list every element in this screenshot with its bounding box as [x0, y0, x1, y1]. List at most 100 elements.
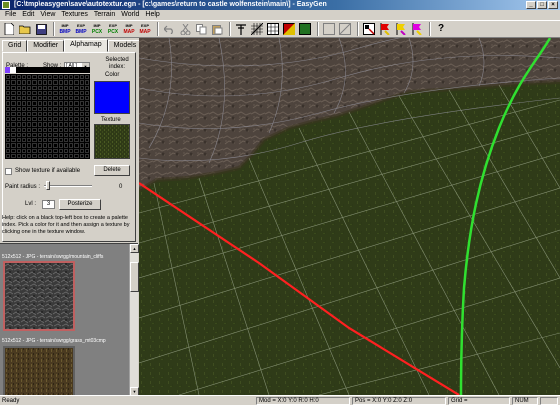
palette-cell[interactable]	[79, 90, 84, 95]
palette-cell[interactable]	[21, 96, 26, 101]
palette-cell[interactable]	[63, 127, 68, 132]
palette-cell[interactable]	[37, 148, 42, 153]
palette-cell[interactable]	[11, 143, 16, 148]
palette-cell[interactable]	[79, 101, 84, 106]
palette-cell[interactable]	[79, 143, 84, 148]
palette-cell[interactable]	[58, 132, 63, 137]
palette-cell[interactable]	[11, 127, 16, 132]
palette-cell[interactable]	[69, 122, 74, 127]
palette-cell[interactable]	[21, 127, 26, 132]
lvl-input[interactable]: 3	[42, 200, 55, 209]
palette-cell[interactable]	[21, 138, 26, 143]
palette-cell[interactable]	[84, 127, 89, 132]
palette-cell[interactable]	[84, 122, 89, 127]
palette-cell[interactable]	[11, 122, 16, 127]
palette-cell[interactable]	[6, 101, 11, 106]
palette-cell[interactable]	[48, 127, 53, 132]
palette-cell[interactable]	[37, 117, 42, 122]
selected-texture-preview[interactable]	[94, 124, 130, 159]
close-button[interactable]: ×	[548, 1, 558, 9]
palette-cell[interactable]	[37, 153, 42, 158]
palette-cell[interactable]	[27, 122, 32, 127]
palette-cell[interactable]	[79, 85, 84, 90]
palette-cell[interactable]	[21, 80, 26, 85]
palette-cell[interactable]	[53, 85, 58, 90]
palette-cell[interactable]	[84, 106, 89, 111]
palette-cell[interactable]	[27, 127, 32, 132]
menu-terrain[interactable]: Terrain	[91, 10, 118, 20]
palette-cell[interactable]	[6, 85, 11, 90]
palette-cell[interactable]	[37, 75, 42, 80]
palette-cell[interactable]	[63, 111, 68, 116]
export-pcx-button[interactable]: EXP PCX	[106, 22, 120, 36]
palette-cell[interactable]	[74, 111, 79, 116]
menu-file[interactable]: File	[2, 10, 19, 20]
delete-button[interactable]: Delete	[94, 165, 130, 176]
texture-thumbnail-grass[interactable]	[3, 346, 75, 396]
palette-cell[interactable]	[27, 90, 32, 95]
export-bmp-button[interactable]: EXP BMP	[74, 22, 88, 36]
palette-cell[interactable]	[11, 96, 16, 101]
palette-cell[interactable]	[16, 90, 21, 95]
palette-cell[interactable]	[84, 85, 89, 90]
palette-cell[interactable]	[53, 122, 58, 127]
palette-cell[interactable]	[37, 80, 42, 85]
new-file-icon[interactable]	[2, 22, 16, 36]
palette-cell[interactable]	[21, 85, 26, 90]
palette-cell[interactable]	[79, 153, 84, 158]
palette-cell[interactable]	[53, 138, 58, 143]
palette-cell[interactable]	[27, 96, 32, 101]
palette-cell[interactable]	[63, 122, 68, 127]
terrain-grid-icon[interactable]	[250, 22, 264, 36]
palette-cell[interactable]	[63, 96, 68, 101]
texture-thumbnail-mountain-cliffs[interactable]	[3, 261, 75, 331]
palette-cell[interactable]	[84, 138, 89, 143]
modifier-tool-icon[interactable]	[234, 22, 248, 36]
palette-cell[interactable]	[84, 143, 89, 148]
palette-cell[interactable]	[32, 127, 37, 132]
palette-cell[interactable]	[32, 90, 37, 95]
palette-cell[interactable]	[16, 138, 21, 143]
palette-cell[interactable]	[37, 90, 42, 95]
palette-cell[interactable]	[63, 117, 68, 122]
palette-cell[interactable]	[21, 106, 26, 111]
palette-cell[interactable]	[37, 143, 42, 148]
palette-cell[interactable]	[32, 138, 37, 143]
palette-cell[interactable]	[27, 85, 32, 90]
palette-cell[interactable]	[16, 132, 21, 137]
palette-cell[interactable]	[63, 80, 68, 85]
palette-cell[interactable]	[11, 153, 16, 158]
menu-world[interactable]: World	[118, 10, 142, 20]
scroll-up-icon[interactable]: ▲	[130, 244, 139, 253]
tab-modifier[interactable]: Modifier	[27, 40, 65, 52]
palette-cell[interactable]	[21, 75, 26, 80]
palette-cell[interactable]	[42, 132, 47, 137]
palette-cell[interactable]	[37, 132, 42, 137]
palette-cell[interactable]	[42, 90, 47, 95]
palette-cell[interactable]	[6, 132, 11, 137]
palette-cell[interactable]	[21, 148, 26, 153]
palette-cell[interactable]	[16, 122, 21, 127]
palette-cell[interactable]	[42, 106, 47, 111]
yellow-flag-icon[interactable]	[394, 22, 408, 36]
palette-cell[interactable]	[79, 122, 84, 127]
palette-cell[interactable]	[16, 75, 21, 80]
palette-cell[interactable]	[58, 127, 63, 132]
palette-cell[interactable]	[69, 90, 74, 95]
palette-cell[interactable]	[32, 85, 37, 90]
palette-cell[interactable]	[6, 117, 11, 122]
palette-cell[interactable]	[6, 90, 11, 95]
palette-cell[interactable]	[53, 153, 58, 158]
palette-cell[interactable]	[27, 101, 32, 106]
palette-cell[interactable]	[69, 101, 74, 106]
palette-cell[interactable]	[79, 96, 84, 101]
palette-cell[interactable]	[74, 75, 79, 80]
palette-cell[interactable]	[6, 143, 11, 148]
palette-cell[interactable]	[32, 143, 37, 148]
palette-cell[interactable]	[42, 138, 47, 143]
palette-cell[interactable]	[69, 153, 74, 158]
palette-cell[interactable]	[42, 80, 47, 85]
palette-cell[interactable]	[58, 106, 63, 111]
palette-cell[interactable]	[6, 80, 11, 85]
menu-edit[interactable]: Edit	[19, 10, 37, 20]
